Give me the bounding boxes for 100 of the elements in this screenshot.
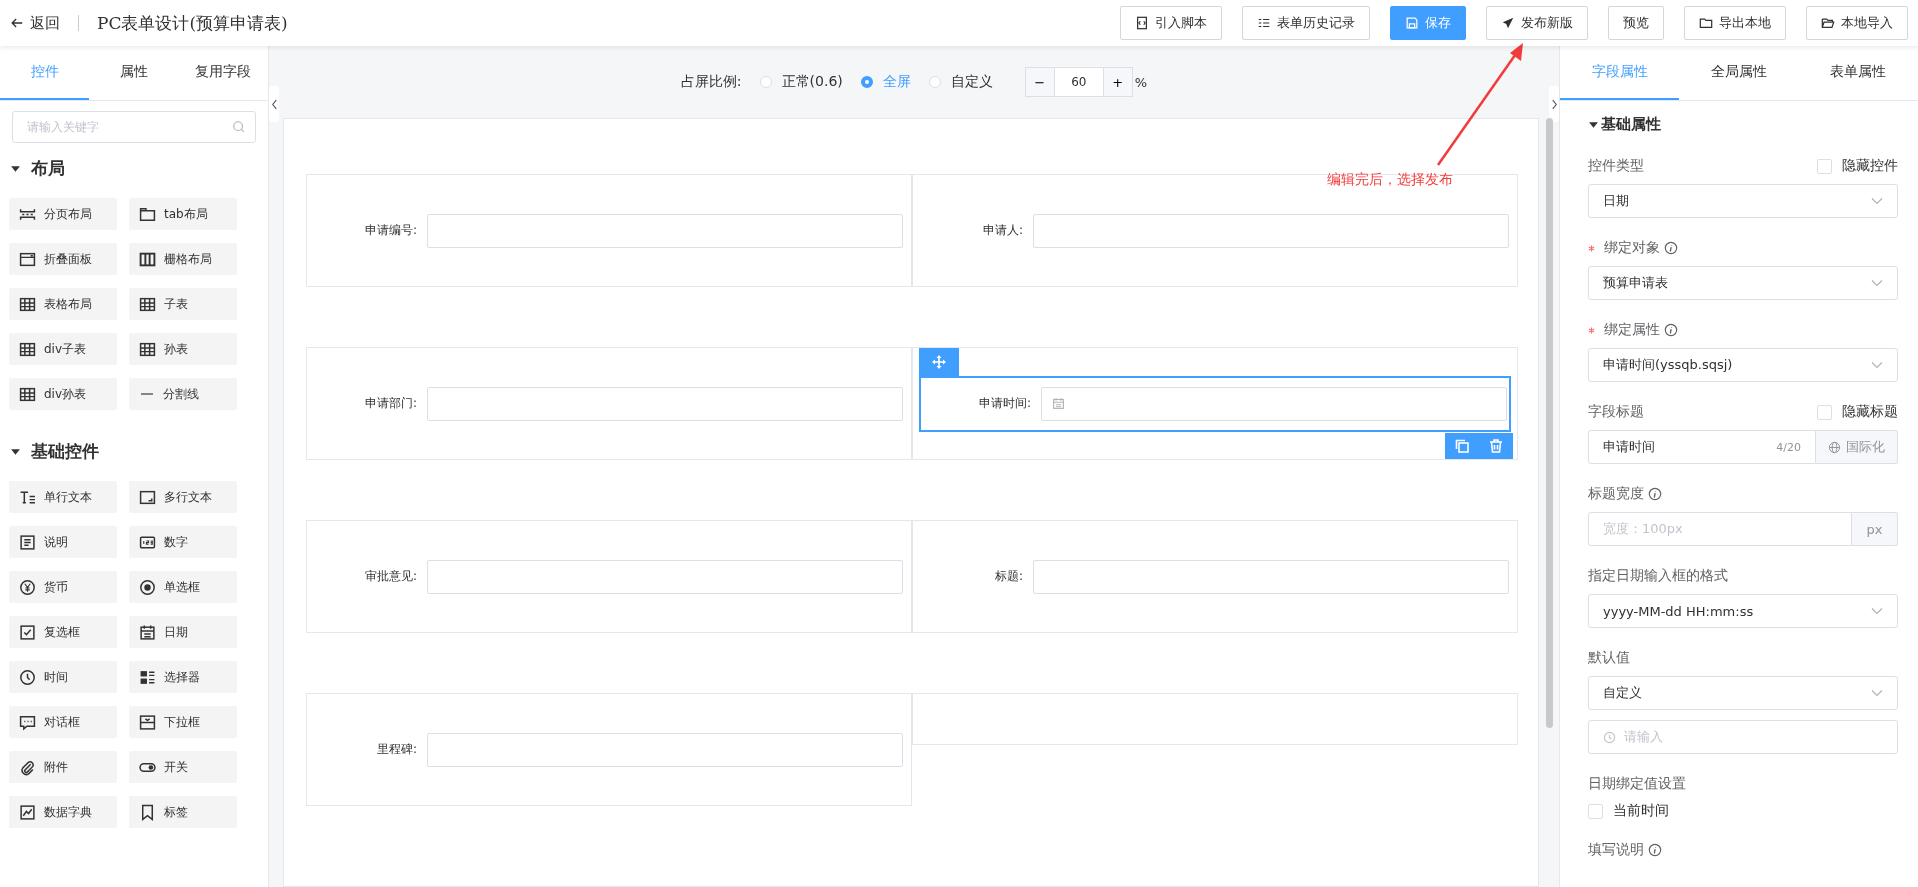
- input-field[interactable]: [427, 559, 903, 594]
- chat-icon: [19, 713, 36, 731]
- select-field[interactable]: yyyy-MM-dd HH:mm:ss: [1588, 594, 1898, 628]
- panel-tab[interactable]: 复用字段: [178, 46, 268, 100]
- component-item[interactable]: 表格布局: [9, 288, 117, 320]
- search-icon: [232, 120, 246, 134]
- copy-icon[interactable]: [1454, 438, 1470, 454]
- form-cell[interactable]: 审批意见:: [306, 520, 912, 633]
- input-field[interactable]: [427, 386, 903, 421]
- component-item[interactable]: 下拉框: [129, 706, 237, 738]
- tab-icon: [139, 205, 156, 223]
- input-field[interactable]: [1033, 559, 1509, 594]
- panel-tab[interactable]: 属性: [89, 46, 179, 100]
- info-icon[interactable]: [1664, 323, 1678, 337]
- columns-icon: [139, 250, 156, 268]
- search-field[interactable]: 请输入关键字: [12, 111, 256, 143]
- checkbox-option[interactable]: 隐藏标题: [1817, 403, 1898, 421]
- select-field[interactable]: 日期: [1588, 184, 1898, 218]
- component-item[interactable]: 单行文本: [9, 481, 117, 513]
- chart-icon: [19, 803, 36, 821]
- script-icon: [1135, 16, 1149, 30]
- scrollbar[interactable]: [1546, 118, 1553, 728]
- select-field[interactable]: 申请时间(yssqb.sqsj): [1588, 348, 1898, 382]
- select-value: 自定义: [1603, 684, 1643, 702]
- table-icon: [19, 340, 36, 358]
- increment-button[interactable]: +: [1103, 68, 1132, 96]
- decrement-button[interactable]: −: [1025, 68, 1054, 96]
- toolbar-button[interactable]: 预览: [1608, 6, 1664, 40]
- form-cell[interactable]: 申请部门:: [306, 347, 912, 460]
- move-handle[interactable]: [919, 348, 959, 376]
- panel-icon: [19, 250, 36, 268]
- component-item[interactable]: tab布局: [129, 198, 237, 230]
- component-item[interactable]: 复选框: [9, 616, 117, 648]
- component-item[interactable]: 时间: [9, 661, 117, 693]
- toolbar-button[interactable]: 表单历史记录: [1242, 6, 1370, 40]
- component-item[interactable]: 数据字典: [9, 796, 117, 828]
- clock-icon: [19, 668, 36, 686]
- toolbar-button[interactable]: 导出本地: [1684, 6, 1786, 40]
- component-item[interactable]: 对话框: [9, 706, 117, 738]
- component-item[interactable]: 货币: [9, 571, 117, 603]
- component-item[interactable]: 栅格布局: [129, 243, 237, 275]
- component-item[interactable]: 分割线: [129, 378, 237, 410]
- component-item[interactable]: 说明: [9, 526, 117, 558]
- component-item[interactable]: 附件: [9, 751, 117, 783]
- checkbox-option[interactable]: 隐藏控件: [1817, 157, 1898, 175]
- info-icon[interactable]: [1648, 843, 1662, 857]
- delete-icon[interactable]: [1488, 438, 1504, 454]
- input-field[interactable]: [1033, 213, 1509, 248]
- zoom-field[interactable]: 60: [1053, 68, 1104, 96]
- form-cell[interactable]: 里程碑:: [306, 693, 912, 806]
- section-title: 基础属性: [1601, 115, 1661, 134]
- toolbar-button[interactable]: 引入脚本: [1120, 6, 1222, 40]
- caret-icon[interactable]: [1588, 119, 1599, 130]
- component-item[interactable]: 开关: [129, 751, 237, 783]
- info-icon[interactable]: [1648, 487, 1662, 501]
- form-cell[interactable]: 标题:: [912, 520, 1518, 633]
- select-value: 申请时间(yssqb.sqsj): [1603, 356, 1734, 374]
- currency-icon: [19, 578, 36, 596]
- component-item[interactable]: 分页布局: [9, 198, 117, 230]
- radio-option[interactable]: 正常(0.6): [759, 73, 843, 91]
- send-icon: [1501, 16, 1515, 30]
- toolbar-button[interactable]: 本地导入: [1806, 6, 1908, 40]
- caret-icon[interactable]: [10, 163, 21, 174]
- input-field[interactable]: [427, 732, 903, 767]
- component-item[interactable]: 多行文本: [129, 481, 237, 513]
- component-item[interactable]: 数字: [129, 526, 237, 558]
- form-cell[interactable]: 申请编号:: [306, 174, 912, 287]
- ratio-label: 占屏比例:: [680, 73, 742, 91]
- collapse-handle[interactable]: [1549, 86, 1559, 122]
- select-field[interactable]: 预算申请表: [1588, 266, 1898, 300]
- chevron-down-icon: [1871, 361, 1883, 369]
- empty-cell[interactable]: [912, 693, 1518, 745]
- input-field[interactable]: [427, 213, 903, 248]
- checkbox-option[interactable]: 当前时间: [1588, 802, 1898, 820]
- panel-tab[interactable]: 全局属性: [1679, 46, 1799, 100]
- select-field[interactable]: 自定义: [1588, 676, 1898, 710]
- input-field[interactable]: [1041, 386, 1507, 421]
- radio-option[interactable]: 自定义: [928, 73, 993, 91]
- component-item[interactable]: 折叠面板: [9, 243, 117, 275]
- caret-icon[interactable]: [10, 446, 21, 457]
- table-icon: [19, 295, 36, 313]
- text-field[interactable]: 申请时间 4/20: [1588, 430, 1816, 464]
- percent-sign: %: [1134, 74, 1148, 90]
- component-item[interactable]: 单选框: [129, 571, 237, 603]
- selector-icon: [139, 668, 156, 686]
- panel-tab[interactable]: 表单属性: [1798, 46, 1918, 100]
- toolbar-button[interactable]: 发布新版: [1486, 6, 1588, 40]
- component-item[interactable]: 孙表: [129, 333, 237, 365]
- save-icon: [1405, 16, 1419, 30]
- component-item[interactable]: div子表: [9, 333, 117, 365]
- collapse-handle[interactable]: [269, 86, 279, 122]
- back-link[interactable]: 返回: [10, 15, 79, 31]
- component-item[interactable]: 选择器: [129, 661, 237, 693]
- form-cell[interactable]: 申请时间:: [912, 347, 1518, 460]
- component-item[interactable]: div孙表: [9, 378, 117, 410]
- textarea-icon: [139, 488, 156, 506]
- component-item[interactable]: 标签: [129, 796, 237, 828]
- component-item[interactable]: 子表: [129, 288, 237, 320]
- component-item[interactable]: 日期: [129, 616, 237, 648]
- info-icon[interactable]: [1664, 241, 1678, 255]
